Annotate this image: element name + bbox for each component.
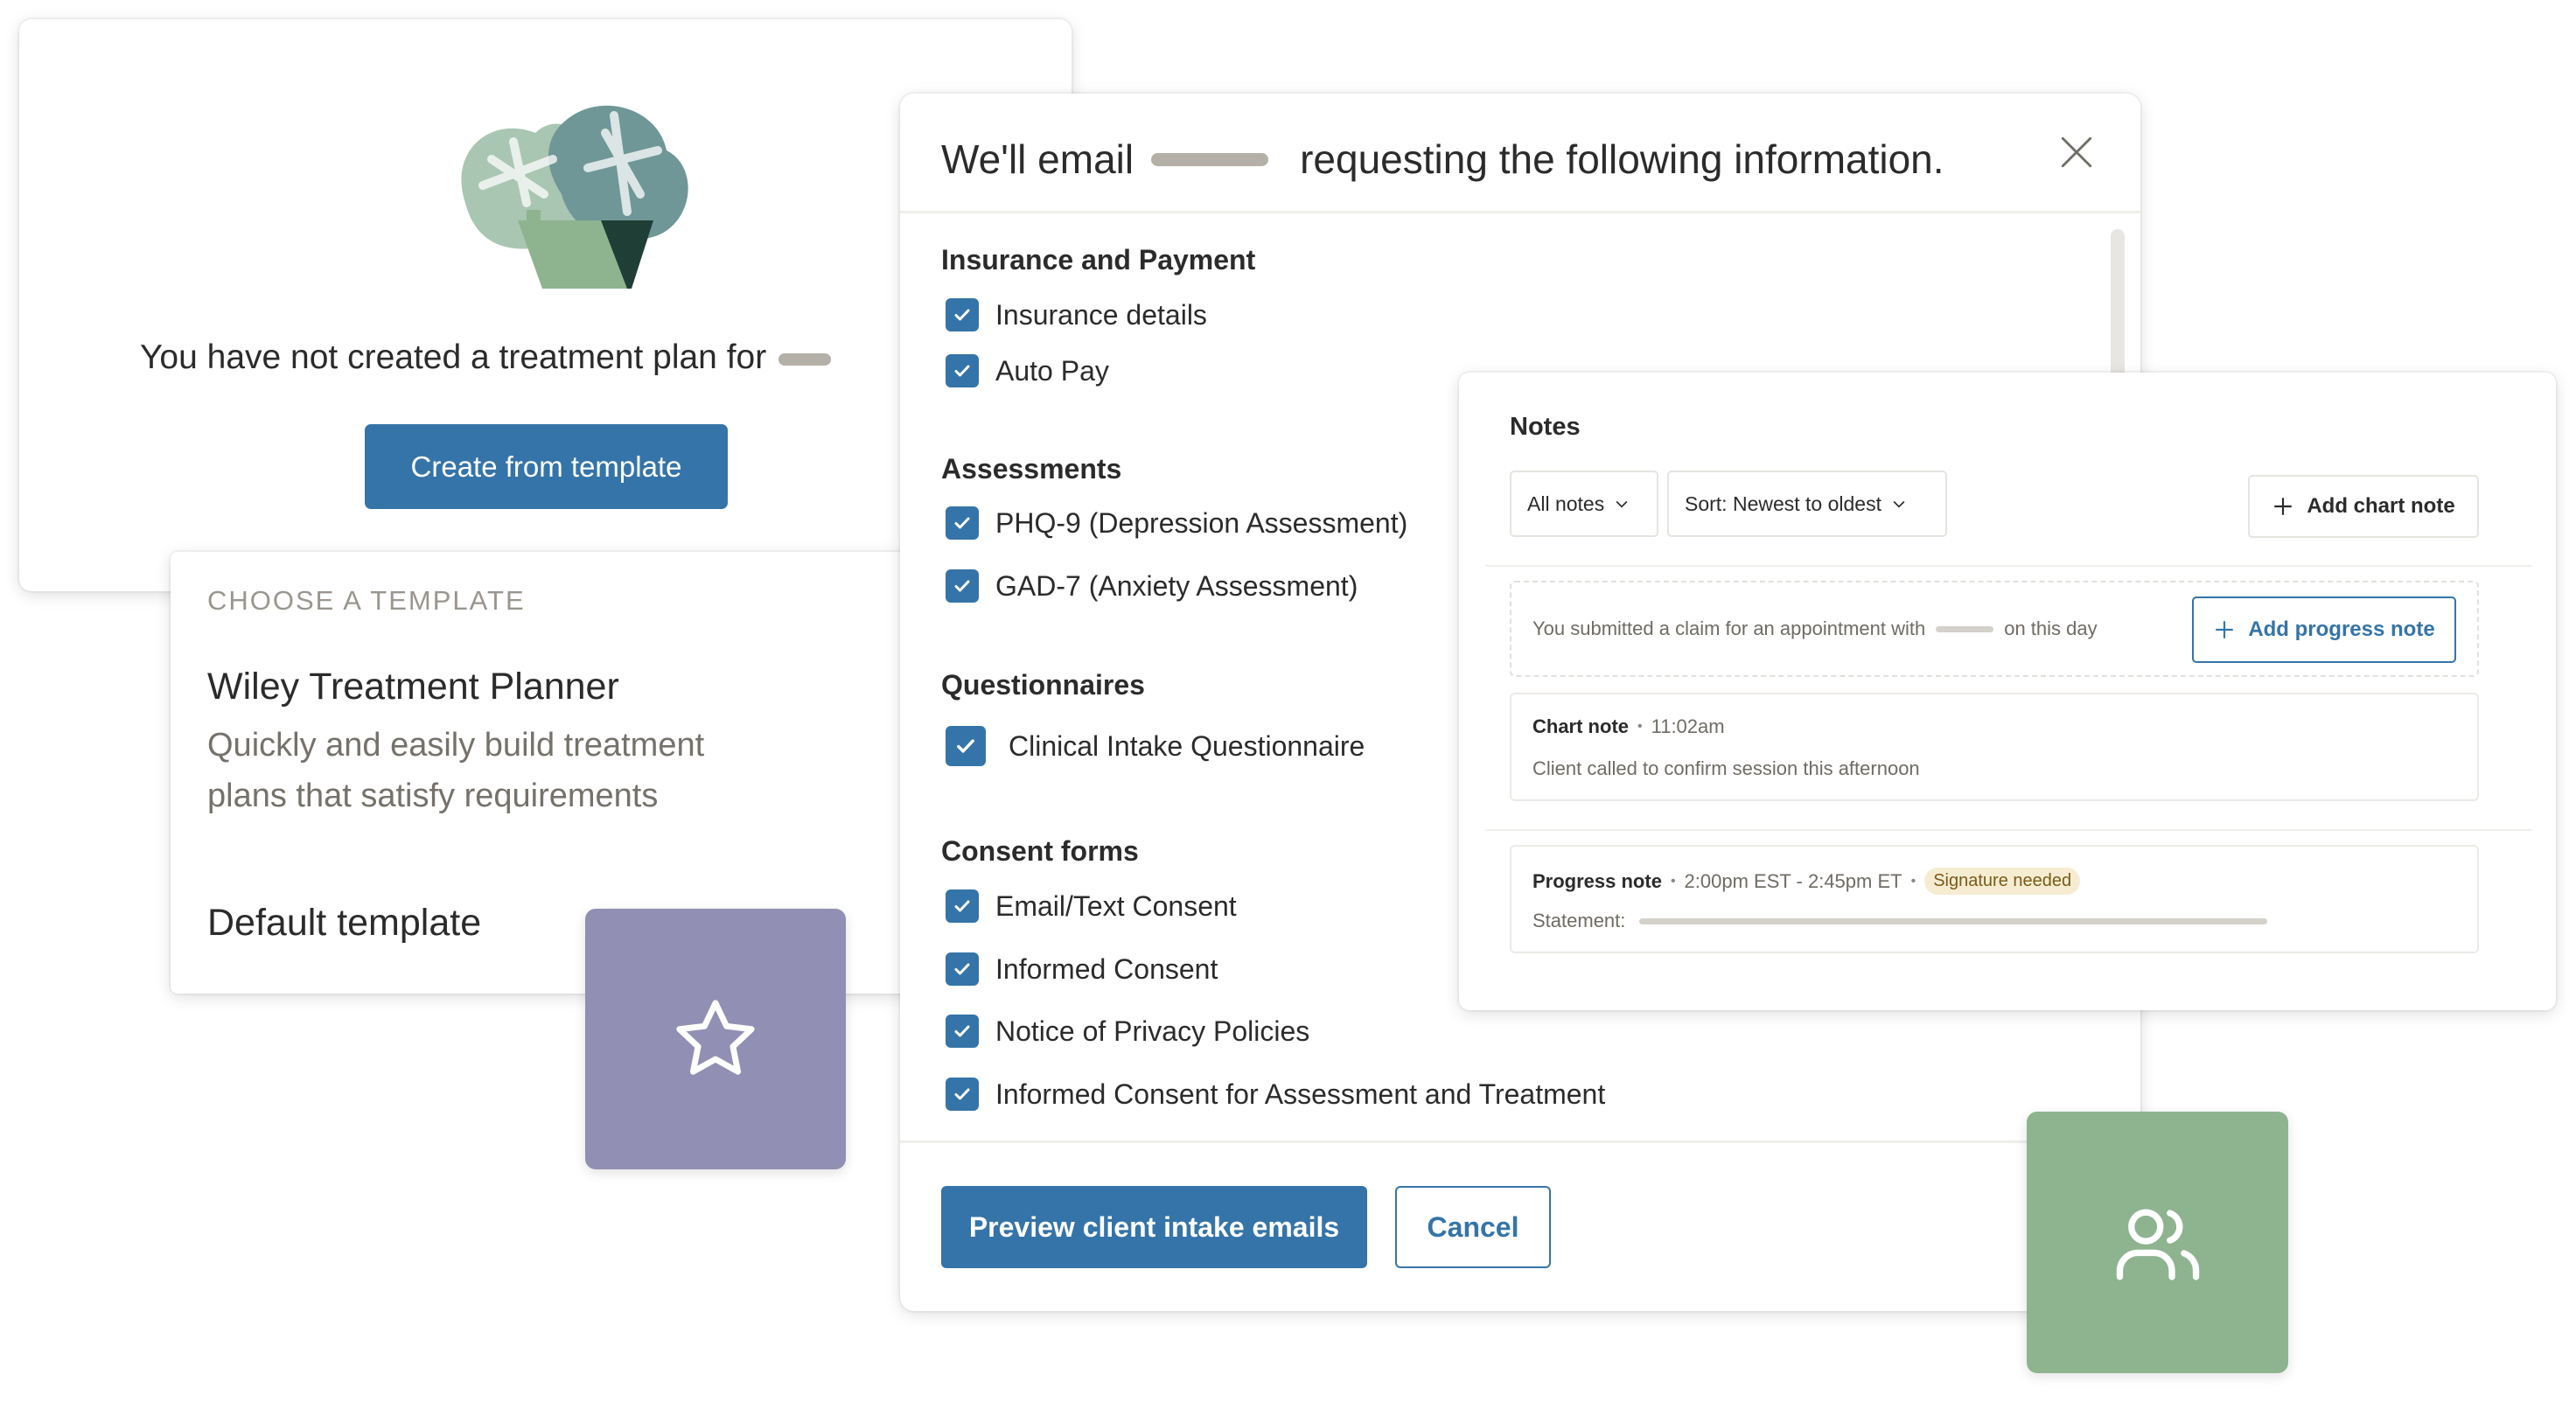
notes-divider	[1485, 565, 2531, 567]
progress-note-header: Progress note • 2:00pm EST - 2:45pm ET • Sig…	[1532, 868, 2081, 895]
modal-header: We'll email requesting the following info…	[900, 94, 2140, 213]
note-type: Chart note	[1532, 715, 1629, 737]
signature-needed-badge: Signature needed	[1924, 868, 2081, 895]
claim-reminder: You submitted a claim for an appointment…	[1510, 581, 2479, 677]
claim-prefix: You submitted a claim for an appointment…	[1532, 617, 1926, 639]
notes-filter-dropdown[interactable]: All notes	[1510, 471, 1658, 537]
preview-intake-emails-button[interactable]: Preview client intake emails	[941, 1186, 1367, 1268]
checkbox-label: PHQ-9 (Depression Assessment)	[995, 506, 1408, 539]
section-insurance-payment: Insurance and Payment	[941, 244, 1256, 276]
checkbox-label: Auto Pay	[995, 354, 1109, 387]
modal-footer-divider	[900, 1140, 2140, 1143]
chart-note-item[interactable]: Chart note • 11:02am Client called to conf…	[1510, 693, 2479, 801]
claim-text: You submitted a claim for an appointment…	[1532, 617, 2098, 640]
modal-title: We'll email requesting the following info…	[941, 136, 1944, 183]
note-time: 2:00pm EST - 2:45pm ET	[1684, 869, 1902, 892]
checkbox-privacy-policies[interactable]: Notice of Privacy Policies	[946, 1015, 1309, 1048]
check-icon[interactable]	[946, 889, 979, 923]
checkbox-consent-assessment-treatment[interactable]: Informed Consent for Assessment and Trea…	[946, 1078, 1605, 1111]
clients-tile	[2027, 1112, 2288, 1373]
modal-title-prefix: We'll email	[941, 136, 1134, 182]
checkbox-label: Informed Consent	[995, 952, 1218, 985]
progress-note-item[interactable]: Progress note • 2:00pm EST - 2:45pm ET • Sig…	[1510, 845, 2479, 953]
redacted-statement	[1639, 917, 2268, 924]
plus-icon	[2274, 498, 2293, 515]
separator-dot: •	[1637, 719, 1643, 734]
check-icon[interactable]	[946, 506, 979, 540]
modal-title-suffix: requesting the following information.	[1300, 136, 1944, 182]
redacted-client-name	[1151, 152, 1269, 166]
check-icon[interactable]	[946, 354, 979, 387]
chart-note-header: Chart note • 11:02am	[1532, 715, 1725, 738]
users-icon	[2116, 1209, 2199, 1280]
folder-illustration-icon	[461, 105, 688, 289]
no-plan-text: You have not created a treatment plan fo…	[140, 338, 767, 376]
separator-dot: •	[1910, 873, 1916, 889]
template-option-wiley[interactable]: Wiley Treatment Planner	[207, 666, 619, 708]
note-type: Progress note	[1532, 869, 1662, 892]
checkbox-label: Clinical Intake Questionnaire	[1009, 729, 1365, 762]
notes-panel: Notes All notes Sort: Newest to oldest A…	[1459, 373, 2556, 1010]
section-questionnaires: Questionnaires	[941, 669, 1145, 701]
checkbox-label: GAD-7 (Anxiety Assessment)	[995, 569, 1358, 602]
notes-divider	[1485, 829, 2531, 831]
add-progress-note-button[interactable]: Add progress note	[2192, 596, 2456, 663]
checkbox-label: Email/Text Consent	[995, 889, 1237, 922]
template-option-description: Quickly and easily build treatment plans…	[207, 727, 705, 814]
checkbox-gad7[interactable]: GAD-7 (Anxiety Assessment)	[946, 569, 1358, 603]
checkbox-phq9[interactable]: PHQ-9 (Depression Assessment)	[946, 506, 1407, 540]
favorite-tile	[585, 909, 846, 1169]
notes-title: Notes	[1510, 413, 1581, 441]
add-progress-note-label: Add progress note	[2248, 617, 2435, 641]
note-time: 11:02am	[1651, 715, 1725, 737]
close-icon[interactable]	[2058, 134, 2095, 171]
check-icon[interactable]	[946, 1015, 979, 1048]
create-from-template-button[interactable]: Create from template	[365, 424, 728, 509]
check-icon[interactable]	[946, 952, 979, 986]
checkbox-label: Insurance details	[995, 298, 1207, 331]
separator-dot: •	[1670, 873, 1676, 889]
no-plan-message: You have not created a treatment plan fo…	[140, 338, 832, 377]
check-icon[interactable]	[946, 1078, 979, 1111]
plus-icon	[2216, 621, 2234, 638]
notes-sort-dropdown[interactable]: Sort: Newest to oldest	[1667, 471, 1947, 537]
redacted-client-name	[778, 352, 832, 366]
checkbox-clinical-intake[interactable]: Clinical Intake Questionnaire	[946, 726, 1365, 766]
claim-suffix: on this day	[2004, 617, 2098, 639]
section-consent-forms: Consent forms	[941, 835, 1139, 867]
star-icon	[676, 1000, 755, 1075]
cancel-button[interactable]: Cancel	[1395, 1186, 1551, 1268]
template-option-default[interactable]: Default template	[207, 902, 481, 945]
checkbox-email-text-consent[interactable]: Email/Text Consent	[946, 889, 1237, 923]
check-icon[interactable]	[946, 298, 979, 331]
statement-label: Statement:	[1532, 910, 1626, 931]
section-assessments: Assessments	[941, 453, 1122, 485]
add-chart-note-label: Add chart note	[2307, 494, 2455, 518]
chart-note-body: Client called to confirm session this af…	[1532, 757, 1920, 779]
checkbox-label: Informed Consent for Assessment and Trea…	[995, 1078, 1606, 1110]
check-icon[interactable]	[946, 569, 979, 603]
filter-value: All notes	[1527, 492, 1605, 515]
checkbox-auto-pay[interactable]: Auto Pay	[946, 354, 1109, 387]
template-chooser-heading: CHOOSE A TEMPLATE	[207, 585, 526, 616]
sort-value: Sort: Newest to oldest	[1685, 492, 1881, 515]
redacted-client-name	[1936, 625, 1994, 632]
checkbox-informed-consent[interactable]: Informed Consent	[946, 952, 1218, 986]
add-chart-note-button[interactable]: Add chart note	[2248, 475, 2479, 538]
chevron-down-icon	[1616, 500, 1628, 508]
checkbox-insurance-details[interactable]: Insurance details	[946, 298, 1207, 331]
chevron-down-icon	[1893, 500, 1905, 508]
check-icon[interactable]	[946, 726, 986, 766]
progress-note-body: Statement:	[1532, 910, 2268, 932]
checkbox-label: Notice of Privacy Policies	[995, 1015, 1310, 1047]
